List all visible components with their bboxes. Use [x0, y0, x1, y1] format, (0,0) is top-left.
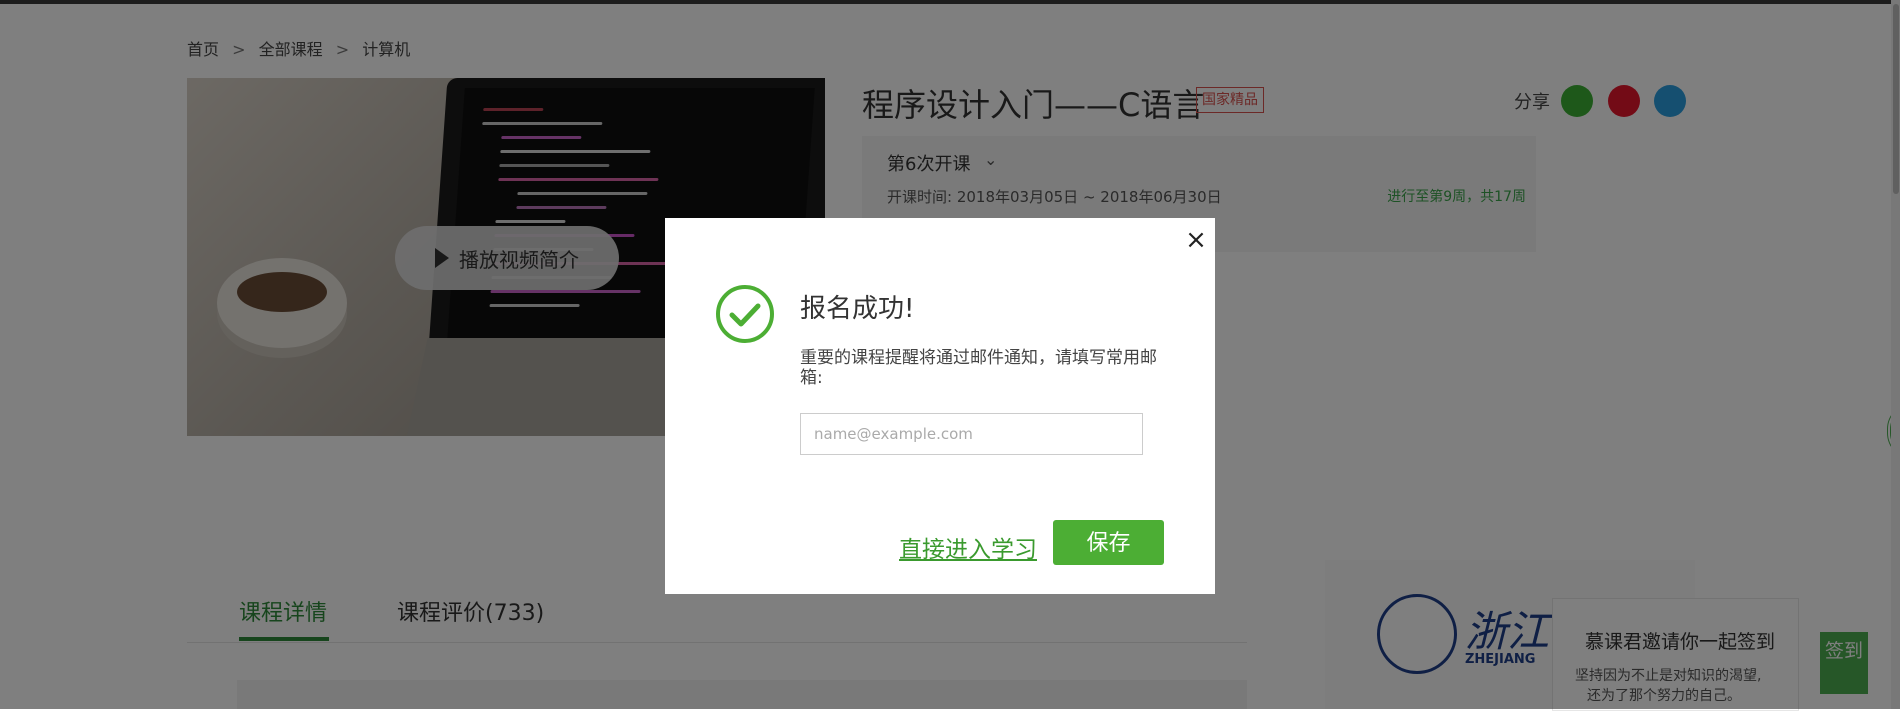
success-check-icon	[716, 285, 774, 343]
dialog-title: 报名成功!	[800, 294, 915, 324]
close-icon[interactable]: ×	[1184, 227, 1208, 253]
enroll-success-dialog: × 报名成功! 重要的课程提醒将通过邮件通知，请填写常用邮箱: 直接进入学习 保…	[665, 218, 1215, 594]
enter-study-link[interactable]: 直接进入学习	[899, 530, 1037, 564]
email-field[interactable]	[800, 413, 1143, 455]
save-button[interactable]: 保存	[1053, 520, 1164, 565]
dialog-description: 重要的课程提醒将通过邮件通知，请填写常用邮箱:	[800, 348, 1157, 388]
